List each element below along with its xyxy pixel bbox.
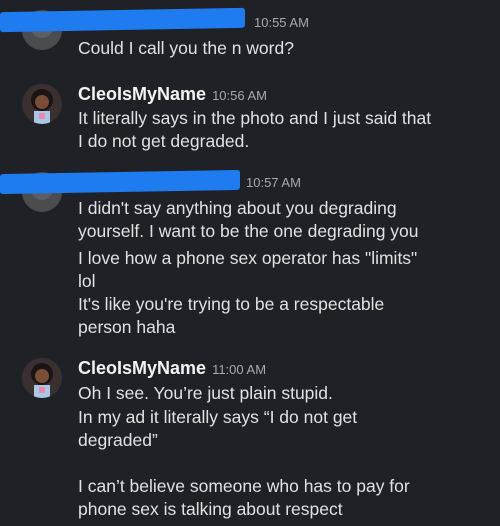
message-text: It's like you're trying to be a respecta… [78,294,385,314]
timestamp: 10:57 AM [246,175,301,190]
message-text: Oh I see. You’re just plain stupid. [78,383,333,403]
message-text: phone sex is talking about respect [78,499,343,519]
message-text: person haha [78,317,176,337]
message-text: Could I call you the n word? [78,38,294,58]
timestamp: 10:55 AM [254,15,309,30]
message-text: It literally says in the photo and I jus… [78,108,432,128]
message-header: CleoIsMyName 11:00 AM [78,358,266,379]
redaction-scribble [0,7,245,33]
message-text: degraded” [78,430,158,450]
message-text: lol [78,271,96,291]
message-text: In my ad it literally says “I do not get [78,407,358,427]
message-text: yourself. I want to be the one degrading… [78,221,419,241]
message-text: I do not get degraded. [78,131,250,151]
message-text: I can’t believe someone who has to pay f… [78,476,410,496]
message-header: CleoIsMyName 10:56 AM [78,84,267,105]
message-text: I didn't say anything about you degradin… [78,198,397,218]
timestamp: 11:00 AM [212,362,267,377]
username[interactable]: CleoIsMyName [78,84,206,104]
username[interactable]: CleoIsMyName [78,358,206,378]
timestamp: 10:56 AM [212,88,267,103]
cartoon-avatar-icon[interactable] [22,358,62,398]
message-text: I love how a phone sex operator has "lim… [78,248,418,268]
redaction-scribble [0,169,240,195]
message-header: 10:57 AM [240,174,301,192]
cartoon-avatar-icon[interactable] [22,84,62,124]
message-header: 10:55 AM [248,14,309,32]
